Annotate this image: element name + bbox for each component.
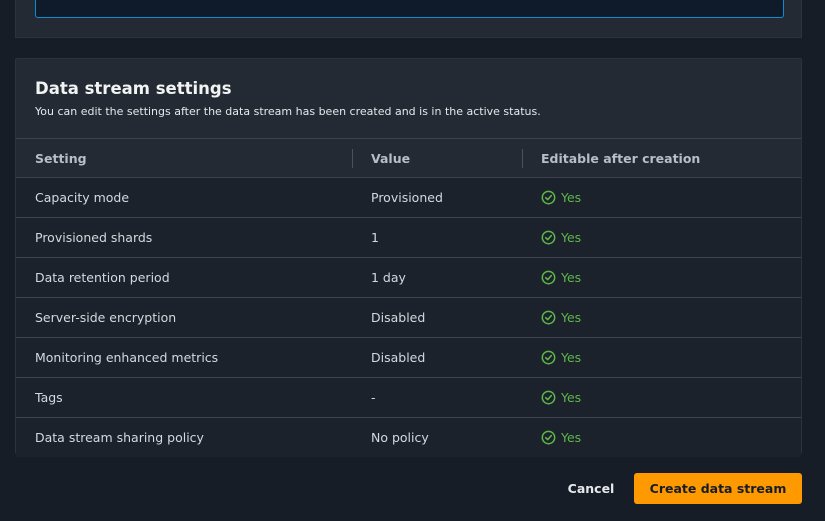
editable-cell: Yes: [522, 177, 801, 218]
value-cell: 1 day: [352, 257, 522, 298]
panel-title: Data stream settings: [35, 79, 232, 98]
table-row: Provisioned shards 1 Yes: [16, 217, 801, 258]
panel-description: You can edit the settings after the data…: [35, 105, 541, 118]
data-stream-settings-panel: Data stream settings You can edit the se…: [15, 58, 802, 457]
check-circle-icon: [541, 310, 556, 325]
editable-status: Yes: [541, 218, 801, 257]
editable-status: Yes: [541, 418, 801, 457]
editable-status-text: Yes: [561, 390, 582, 405]
column-header-setting: Setting: [16, 139, 352, 178]
editable-status: Yes: [541, 178, 801, 217]
setting-cell: Monitoring enhanced metrics: [16, 337, 352, 378]
table-row: Tags - Yes: [16, 377, 801, 418]
editable-status: Yes: [541, 378, 801, 417]
editable-cell: Yes: [522, 257, 801, 298]
previous-section-panel: [15, 0, 802, 38]
column-header-editable-label: Editable after creation: [541, 150, 701, 166]
value-cell: -: [352, 377, 522, 418]
setting-cell: Server-side encryption: [16, 297, 352, 338]
text-input-field[interactable]: [35, 0, 784, 18]
cancel-button[interactable]: Cancel: [560, 473, 622, 504]
panel-header: Data stream settings You can edit the se…: [16, 59, 801, 139]
editable-status: Yes: [541, 258, 801, 297]
check-circle-icon: [541, 230, 556, 245]
editable-cell: Yes: [522, 377, 801, 418]
check-circle-icon: [541, 190, 556, 205]
table-header-row: Setting Value Editable after creation: [16, 139, 801, 178]
editable-status-text: Yes: [561, 350, 582, 365]
check-circle-icon: [541, 430, 556, 445]
editable-cell: Yes: [522, 337, 801, 378]
value-cell: Disabled: [352, 337, 522, 378]
value-cell: No policy: [352, 417, 522, 457]
table-row: Data retention period 1 day Yes: [16, 257, 801, 298]
setting-cell: Provisioned shards: [16, 217, 352, 258]
column-header-value-label: Value: [371, 150, 411, 166]
editable-status-text: Yes: [561, 270, 582, 285]
settings-table: Setting Value Editable after creation Ca…: [16, 139, 801, 457]
column-separator: [522, 149, 523, 168]
column-header-editable: Editable after creation: [522, 139, 801, 178]
setting-cell: Capacity mode: [16, 177, 352, 218]
setting-cell: Data retention period: [16, 257, 352, 298]
setting-cell: Tags: [16, 377, 352, 418]
column-separator: [352, 149, 353, 168]
value-cell: Disabled: [352, 297, 522, 338]
editable-status-text: Yes: [561, 430, 582, 445]
table-row: Capacity mode Provisioned Yes: [16, 177, 801, 218]
setting-cell: Data stream sharing policy: [16, 417, 352, 457]
editable-status: Yes: [541, 338, 801, 377]
table-row: Monitoring enhanced metrics Disabled Yes: [16, 337, 801, 378]
value-cell: 1: [352, 217, 522, 258]
check-circle-icon: [541, 350, 556, 365]
check-circle-icon: [541, 270, 556, 285]
table-row: Server-side encryption Disabled Yes: [16, 297, 801, 338]
table-row: Data stream sharing policy No policy Yes: [16, 417, 801, 457]
editable-status-text: Yes: [561, 230, 582, 245]
editable-status-text: Yes: [561, 310, 582, 325]
editable-status-text: Yes: [561, 190, 582, 205]
editable-cell: Yes: [522, 217, 801, 258]
value-cell: Provisioned: [352, 177, 522, 218]
editable-cell: Yes: [522, 417, 801, 457]
editable-status: Yes: [541, 298, 801, 337]
column-header-value: Value: [352, 139, 522, 178]
check-circle-icon: [541, 390, 556, 405]
editable-cell: Yes: [522, 297, 801, 338]
create-data-stream-button[interactable]: Create data stream: [634, 473, 802, 504]
